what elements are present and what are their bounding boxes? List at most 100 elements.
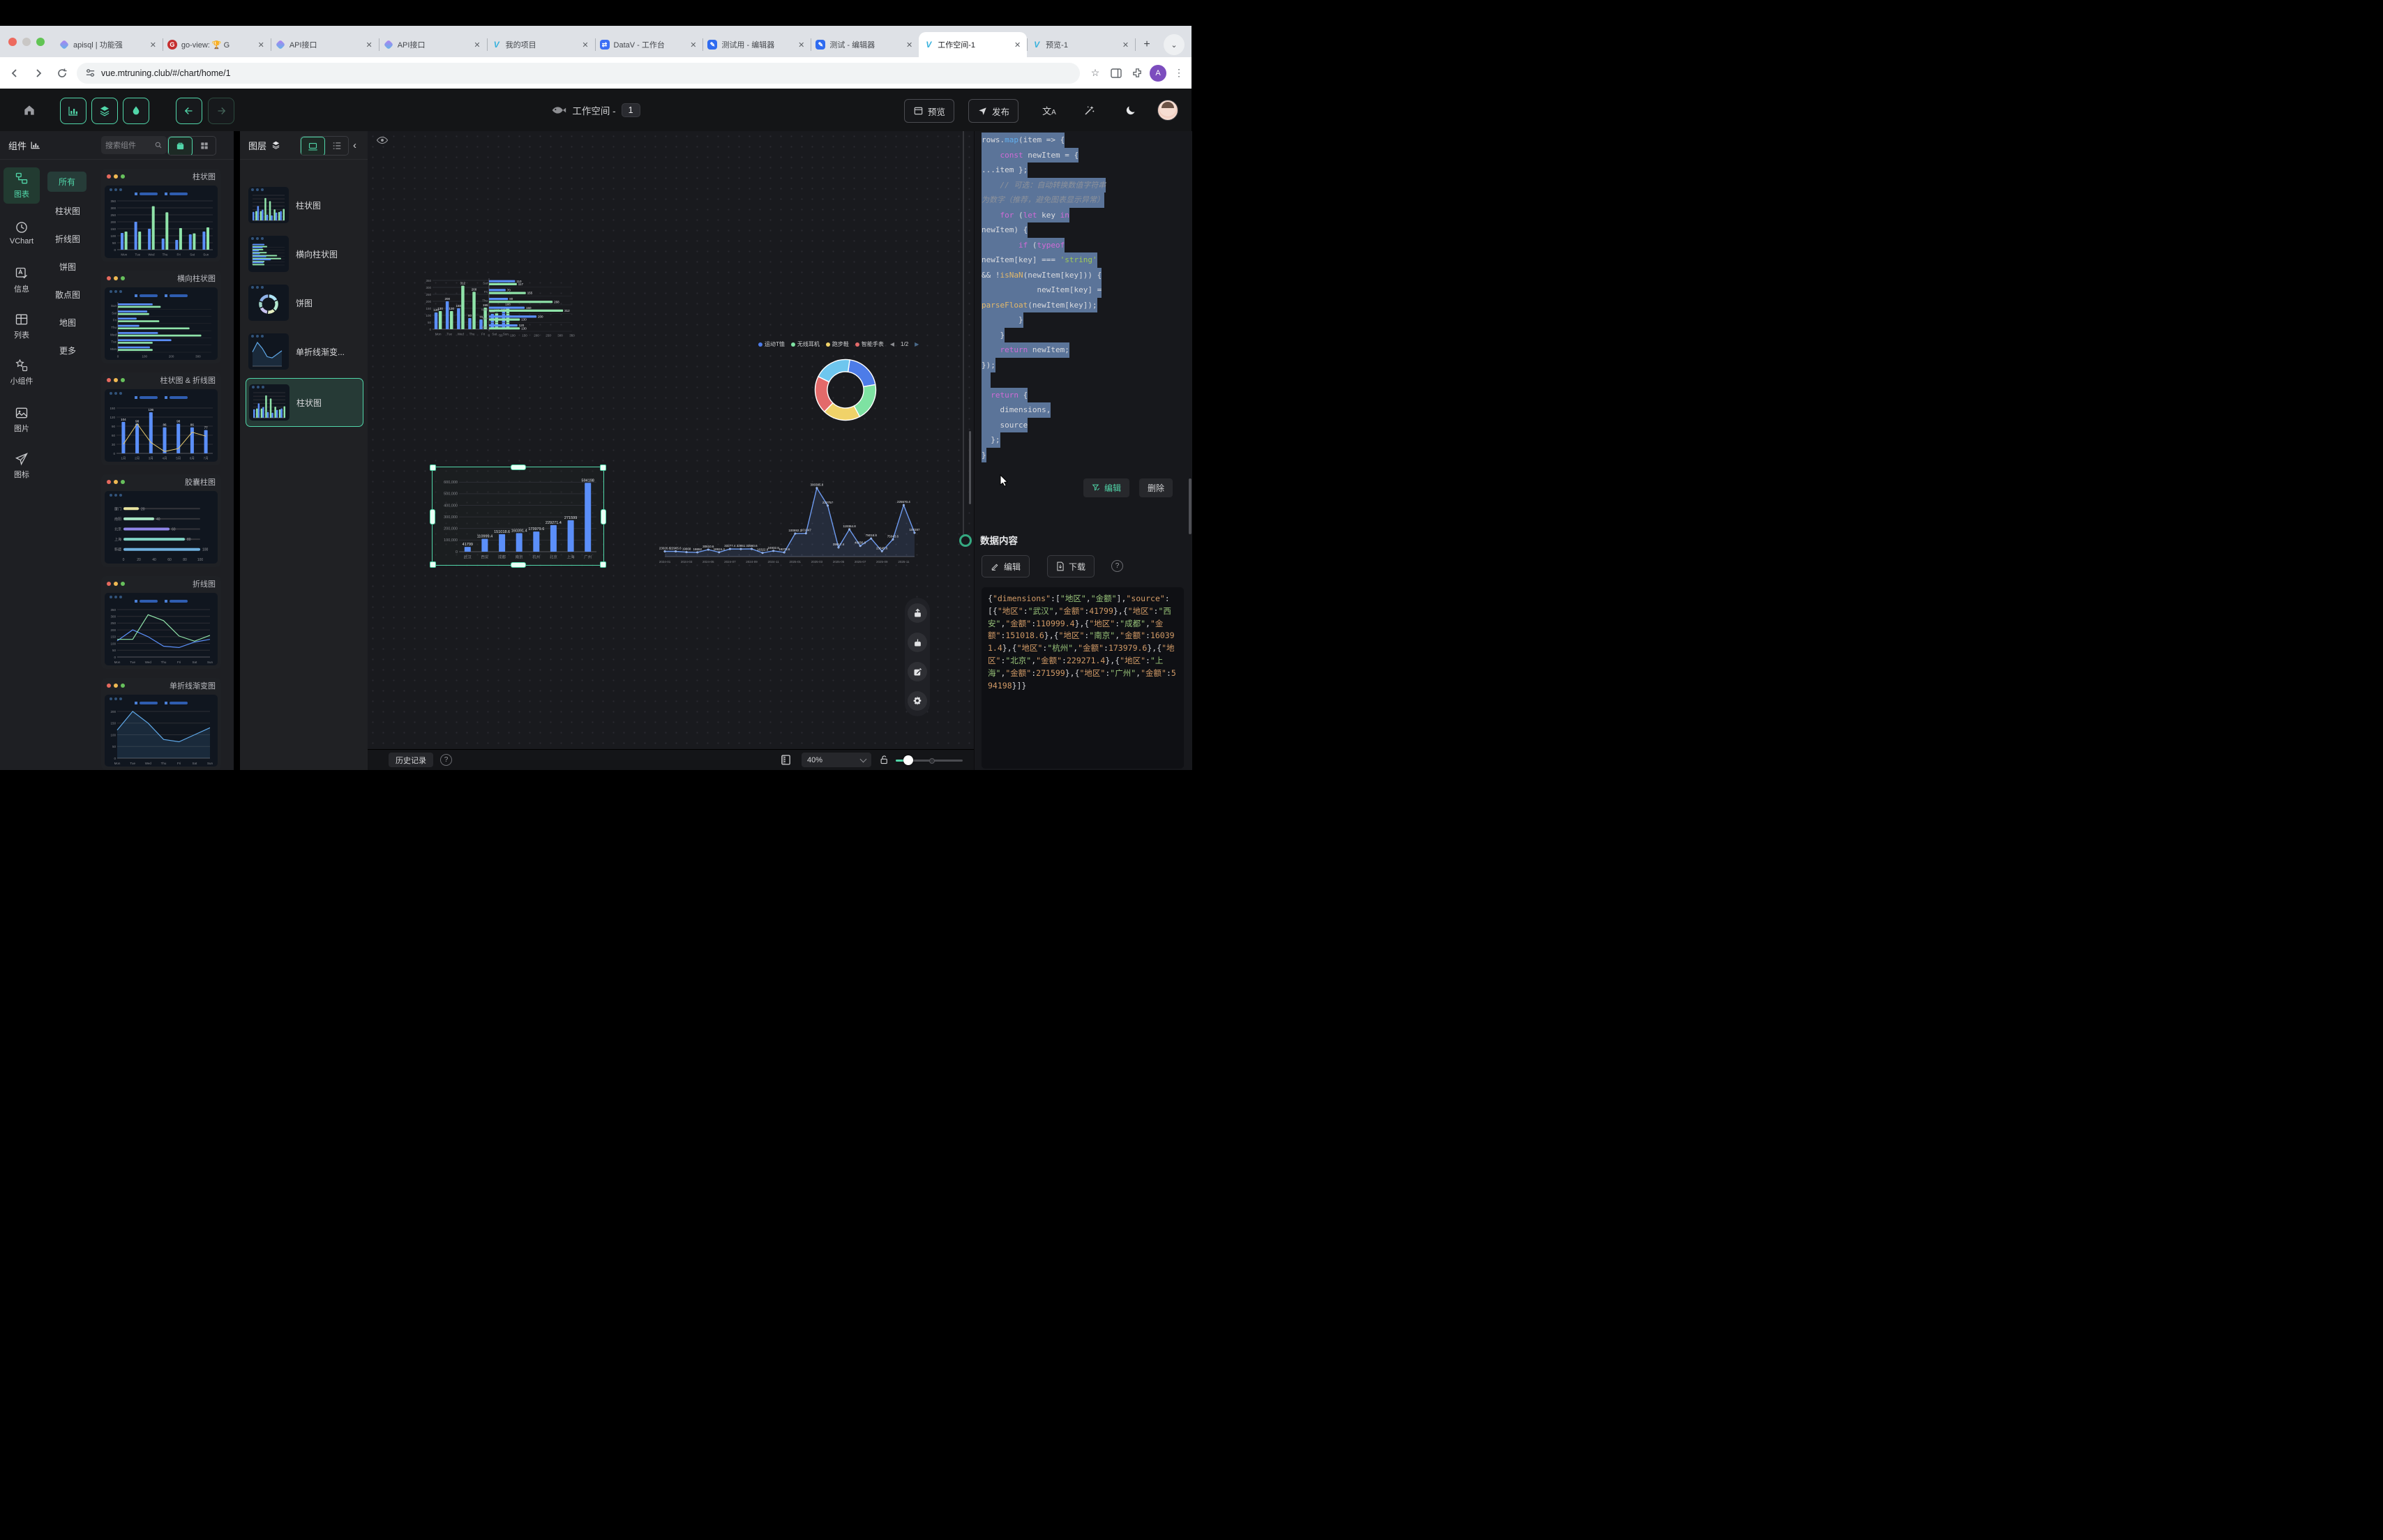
layer-item-gradline[interactable]: 单折线渐变... (246, 329, 362, 374)
rail-item-info[interactable]: 信息 (3, 262, 40, 299)
canvas-month-line-chart[interactable]: 2024-012024-032024-052024-072024-092024-… (659, 471, 924, 564)
new-tab-button[interactable]: + (1137, 35, 1157, 54)
tab-search-chevron-icon[interactable]: ⌄ (1164, 34, 1185, 55)
magic-wand-icon[interactable] (1080, 100, 1099, 120)
selected-bar-chart-frame[interactable]: 0100,000200,000300,000400,000500,000600,… (432, 467, 604, 566)
component-card-hbar[interactable]: 横向柱状图 0100200300SunSatFriThuWedTueMon (101, 271, 221, 363)
canvas-donut-chart[interactable] (814, 358, 877, 421)
tab-apisql[interactable]: apisql | 功能强✕ (54, 32, 163, 57)
reload-icon[interactable] (53, 64, 71, 82)
subcat-bar[interactable]: 柱状图 (43, 205, 92, 217)
dark-mode-moon-icon[interactable] (1120, 100, 1140, 120)
component-view-toggle[interactable] (168, 137, 193, 156)
tune-icon[interactable] (85, 68, 96, 78)
tab-close-icon[interactable]: ✕ (149, 40, 158, 50)
tab-close-icon[interactable]: ✕ (797, 40, 806, 50)
layer-item-bar-selected[interactable]: 柱状图 (246, 378, 363, 427)
component-card-barline[interactable]: 柱状图 & 折线图 03060901201501月1042月983月1364月8… (101, 372, 221, 465)
tab-close-icon[interactable]: ✕ (580, 40, 589, 50)
data-help-icon[interactable]: ? (1111, 560, 1123, 572)
grid-view-toggle[interactable] (193, 137, 216, 155)
layer-item-bar[interactable]: 柱状图 (246, 183, 362, 227)
component-card-line[interactable]: 折线图 050100150200250300350MonTueWedThuFri… (101, 576, 221, 669)
rail-item-icons[interactable]: 图标 (3, 448, 40, 484)
resize-handle-ne[interactable] (600, 465, 606, 471)
page-number-badge[interactable]: 1 (622, 103, 640, 117)
tab-preview[interactable]: V预览-1✕ (1027, 32, 1135, 57)
subcat-all[interactable]: 所有 (47, 172, 87, 192)
edit-pencil-button[interactable] (908, 662, 927, 681)
list-view-toggle[interactable] (325, 137, 348, 155)
zoom-select[interactable]: 40% (802, 753, 871, 767)
eye-icon[interactable] (376, 135, 389, 145)
layer-item-pie[interactable]: 饼图 (246, 280, 362, 325)
browser-menu-icon[interactable]: ⋮ (1171, 65, 1187, 82)
publish-button[interactable]: 发布 (968, 99, 1018, 123)
forward-icon[interactable] (29, 64, 47, 82)
close-window-button[interactable] (8, 38, 17, 46)
tab-editor-test1[interactable]: ✎测试用 - 编辑器✕ (702, 32, 811, 57)
tab-close-icon[interactable]: ✕ (365, 40, 374, 50)
panel-scrollbar[interactable] (1189, 478, 1192, 534)
data-download-button[interactable]: 下载 (1047, 555, 1095, 578)
resize-handle-nw[interactable] (430, 465, 436, 471)
legend-prev-icon[interactable]: ◀ (890, 341, 894, 347)
minimize-window-button[interactable] (22, 38, 31, 46)
zoom-window-button[interactable] (36, 38, 45, 46)
move-up-layer-button[interactable] (908, 603, 927, 623)
preview-button[interactable]: 预览 (904, 99, 954, 123)
back-icon[interactable] (6, 64, 24, 82)
settings-gear-button[interactable] (908, 691, 927, 711)
design-canvas[interactable]: 050100150200250300350Mon120130Tue200130W… (368, 131, 974, 770)
resize-handle-s[interactable] (511, 562, 526, 568)
tab-close-icon[interactable]: ✕ (472, 40, 481, 50)
tab-myproject[interactable]: V我的项目✕ (487, 32, 595, 57)
canvas-scrollbar[interactable] (969, 431, 971, 504)
tab-api-1[interactable]: API接口✕ (271, 32, 379, 57)
search-input[interactable]: 搜索组件 (101, 136, 167, 154)
component-card-gradline[interactable]: 单折线渐变图 050100150200MonTueWedThuFriSatSun (101, 678, 221, 770)
browser-profile-avatar[interactable]: A (1150, 65, 1166, 82)
tab-close-icon[interactable]: ✕ (1013, 40, 1022, 50)
thumbnail-view-toggle[interactable] (301, 137, 325, 156)
data-edit-button[interactable]: 编辑 (982, 555, 1030, 578)
tab-datav[interactable]: ⇄DataV - 工作台✕ (595, 32, 703, 57)
history-button[interactable]: 历史记录 (389, 753, 433, 767)
legend-next-icon[interactable]: ▶ (915, 341, 919, 347)
rail-item-images[interactable]: 图片 (3, 402, 40, 438)
resize-handle-sw[interactable] (430, 561, 436, 568)
extensions-icon[interactable] (1129, 65, 1145, 82)
subcat-map[interactable]: 地图 (43, 317, 92, 329)
rail-item-vchart[interactable]: VChart (3, 216, 40, 250)
delete-button[interactable]: 删除 (1139, 478, 1173, 497)
filter-edit-button[interactable]: 编辑 (1083, 478, 1129, 497)
tab-goview[interactable]: Ggo-view: 🏆 G✕ (163, 32, 271, 57)
url-omnibox[interactable]: vue.mtruning.club/#/chart/home/1 (77, 63, 1080, 84)
component-card-capsule[interactable]: 胶囊柱图 厦门20南阳40北京60上海80新疆100020406080100 (101, 474, 221, 567)
tab-close-icon[interactable]: ✕ (1121, 40, 1130, 50)
resize-handle-e[interactable] (601, 509, 606, 524)
tab-close-icon[interactable]: ✕ (689, 40, 698, 50)
panel-toggle-icon[interactable] (780, 754, 792, 766)
lock-icon[interactable] (880, 755, 889, 765)
donut-legend[interactable]: 运动T恤 无线耳机 跑步鞋 智能手表 ◀ 1/2 ▶ (758, 340, 919, 348)
subcat-scatter[interactable]: 散点图 (43, 289, 92, 301)
subcat-pie[interactable]: 饼图 (43, 261, 92, 273)
rail-item-widgets[interactable]: 小组件 (3, 354, 40, 391)
rail-item-charts[interactable]: 图表 (3, 167, 40, 204)
move-down-layer-button[interactable] (908, 633, 927, 652)
tab-close-icon[interactable]: ✕ (905, 40, 914, 50)
history-help-icon[interactable]: ? (440, 754, 452, 766)
side-panel-icon[interactable] (1108, 65, 1125, 82)
language-icon[interactable]: 文A (1039, 100, 1059, 120)
subcat-line[interactable]: 折线图 (43, 233, 92, 245)
tab-editor-test2[interactable]: ✎测试 - 编辑器✕ (811, 32, 919, 57)
tab-workspace-active[interactable]: V工作空间-1✕ (919, 32, 1027, 57)
zoom-slider[interactable] (896, 755, 963, 765)
component-card-bar[interactable]: 柱状图 050100150200250300350MonTueWedThuFri… (101, 169, 221, 262)
code-editor[interactable]: rows.map(item => { const newItem = {...i… (982, 133, 1189, 462)
tab-close-icon[interactable]: ✕ (257, 40, 266, 50)
resize-handle-se[interactable] (600, 561, 606, 568)
collapse-chevron-icon[interactable]: ‹ (353, 139, 356, 151)
tab-api-2[interactable]: API接口✕ (379, 32, 487, 57)
